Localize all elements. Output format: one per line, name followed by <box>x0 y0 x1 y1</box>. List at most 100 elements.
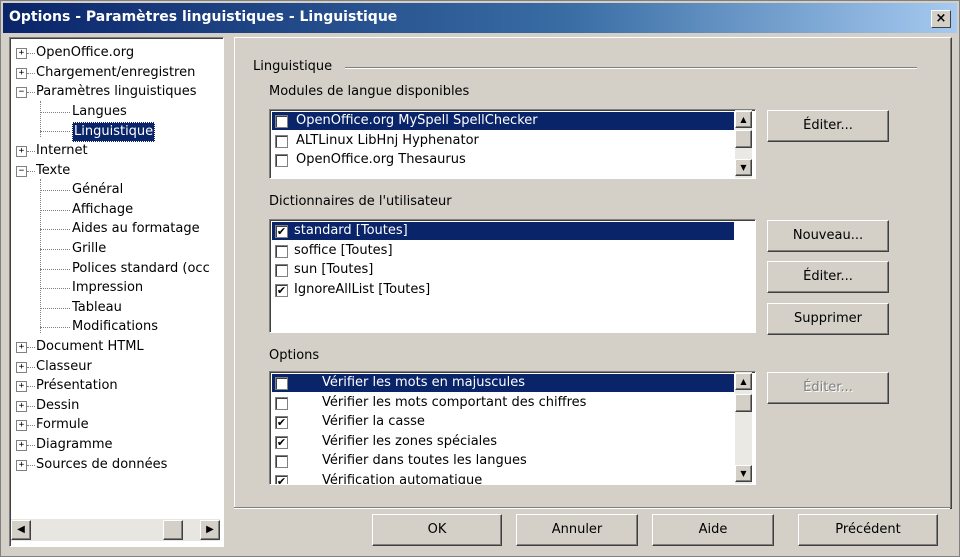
ok-button[interactable]: OK <box>372 514 502 546</box>
modules-edit-button[interactable]: Éditer... <box>767 110 889 142</box>
tree-item[interactable]: Formule <box>36 416 89 434</box>
list-item[interactable]: sun [Toutes] <box>272 261 734 279</box>
tree-connector <box>40 327 70 329</box>
tree-item[interactable]: Général <box>72 181 123 199</box>
list-item-label: soffice [Toutes] <box>294 242 393 258</box>
delete-dictionary-button[interactable]: Supprimer <box>767 303 889 335</box>
list-item[interactable]: ✔ Vérifier les zones spéciales <box>272 433 734 451</box>
tree-item[interactable]: Chargement/enregistren <box>36 64 195 82</box>
tree-connector <box>40 288 70 290</box>
expand-icon[interactable]: + <box>16 420 27 432</box>
tree-connector <box>40 111 70 113</box>
tree-item[interactable]: Impression <box>72 279 143 297</box>
checkbox[interactable] <box>275 264 288 277</box>
tree-item[interactable]: Modifications <box>72 318 158 336</box>
checkbox[interactable] <box>275 377 288 390</box>
expand-icon[interactable]: + <box>16 381 27 393</box>
scroll-down-button[interactable]: ▼ <box>735 159 752 176</box>
tree-item[interactable]: Diagramme <box>36 436 112 454</box>
vertical-scrollbar[interactable]: ▲ ▼ <box>735 110 752 178</box>
checkbox[interactable]: ✔ <box>275 225 288 238</box>
collapse-icon[interactable]: − <box>16 165 27 177</box>
tree-connector <box>27 405 35 407</box>
list-item[interactable]: Vérifier dans toutes les langues <box>272 452 734 470</box>
expand-icon[interactable]: + <box>16 67 27 79</box>
help-button[interactable]: Aide <box>652 514 774 546</box>
scroll-down-button[interactable]: ▼ <box>735 465 752 482</box>
tree-item[interactable]: Langues <box>72 103 127 121</box>
checkbox[interactable]: ✔ <box>275 435 288 449</box>
checkbox[interactable] <box>275 115 288 128</box>
tree-item[interactable]: Aides au formatage <box>72 220 200 238</box>
expand-icon[interactable]: + <box>16 440 27 451</box>
scroll-thumb[interactable] <box>735 130 752 148</box>
checkbox[interactable] <box>275 134 288 148</box>
list-item[interactable]: OpenOffice.org Thesaurus <box>272 151 734 169</box>
checkbox[interactable]: ✔ <box>275 474 288 484</box>
checkbox[interactable]: ✔ <box>275 416 288 429</box>
collapse-icon[interactable]: − <box>16 87 27 99</box>
vertical-scrollbar[interactable]: ▲ ▼ <box>735 372 752 484</box>
title-bar[interactable]: Options - Paramètres linguistiques - Lin… <box>3 3 957 33</box>
footer-separator <box>234 507 950 509</box>
scroll-up-button[interactable]: ▲ <box>735 373 752 390</box>
tree-item[interactable]: Linguistique <box>72 122 156 143</box>
tree-connector <box>40 190 70 192</box>
cancel-button[interactable]: Annuler <box>516 514 638 546</box>
list-item[interactable]: Vérifier les mots en majuscules <box>272 374 734 392</box>
expand-icon[interactable]: + <box>16 146 27 157</box>
checkbox[interactable]: ✔ <box>275 283 288 297</box>
back-button[interactable]: Précédent <box>798 514 938 546</box>
expand-icon[interactable]: + <box>16 342 27 353</box>
list-item[interactable]: Vérifier les mots comportant des chiffre… <box>272 394 734 412</box>
dictionaries-list[interactable]: ✔ standard [Toutes] soffice [Toutes] sun [T… <box>269 219 756 333</box>
tree-connector <box>40 209 70 211</box>
list-item-label: standard [Toutes] <box>294 223 408 238</box>
checkbox[interactable] <box>275 396 288 410</box>
tree-horizontal-scrollbar[interactable]: ◀ ▶ <box>11 519 220 541</box>
list-item[interactable]: ALTLinux LibHnj Hyphenator <box>272 132 734 150</box>
edit-dictionary-button[interactable]: Éditer... <box>767 261 889 293</box>
options-list[interactable]: Vérifier les mots en majuscules Vérifier … <box>269 371 756 485</box>
modules-label: Modules de langue disponibles <box>269 84 470 99</box>
tree-item[interactable]: Tableau <box>72 299 122 317</box>
checkbox[interactable] <box>275 244 288 258</box>
tree-item[interactable]: Texte <box>36 162 70 180</box>
tree-item[interactable]: Dessin <box>36 397 79 415</box>
expand-icon[interactable]: + <box>16 361 27 373</box>
checkbox[interactable] <box>275 455 288 468</box>
expand-icon[interactable]: + <box>16 459 27 471</box>
list-item[interactable]: ✔ Vérifier la casse <box>272 413 734 431</box>
modules-list[interactable]: OpenOffice.org MySpell SpellChecker ALTLi… <box>269 109 756 179</box>
tree-item[interactable]: Internet <box>36 142 88 160</box>
tree-item[interactable]: Grille <box>72 240 106 258</box>
tree-item[interactable]: Polices standard (occ <box>72 260 210 278</box>
scroll-thumb[interactable] <box>735 394 752 412</box>
list-item[interactable]: OpenOffice.org MySpell SpellChecker <box>272 112 734 130</box>
close-button[interactable]: × <box>931 10 951 28</box>
new-dictionary-button[interactable]: Nouveau... <box>767 220 889 252</box>
tree-item[interactable]: Document HTML <box>36 338 144 356</box>
tree-item[interactable]: Paramètres linguistiques <box>36 83 197 101</box>
list-item[interactable]: ✔ IgnoreAllList [Toutes] <box>272 281 734 299</box>
expand-icon[interactable]: + <box>16 48 27 59</box>
options-edit-button[interactable]: Éditer... <box>767 372 889 404</box>
scroll-left-button[interactable]: ◀ <box>11 520 31 540</box>
tree-item[interactable]: Affichage <box>72 201 133 219</box>
list-item-label: sun [Toutes] <box>294 262 374 277</box>
list-item[interactable]: ✔ standard [Toutes] <box>272 222 734 240</box>
list-item[interactable]: ✔ Vérification automatique <box>272 472 734 484</box>
tree-connector <box>27 151 35 152</box>
list-item[interactable]: soffice [Toutes] <box>272 242 734 260</box>
tree-item[interactable]: Présentation <box>36 377 118 395</box>
scroll-right-button[interactable]: ▶ <box>200 520 220 540</box>
window-title: Options - Paramètres linguistiques - Lin… <box>9 9 398 25</box>
tree-item[interactable]: OpenOffice.org <box>36 44 134 62</box>
checkbox[interactable] <box>275 154 288 167</box>
tree-item[interactable]: Sources de données <box>36 456 167 474</box>
tree-connector <box>27 425 35 427</box>
tree-item[interactable]: Classeur <box>36 358 92 376</box>
scroll-thumb[interactable] <box>163 520 183 540</box>
expand-icon[interactable]: + <box>16 400 27 412</box>
scroll-up-button[interactable]: ▲ <box>735 111 752 128</box>
